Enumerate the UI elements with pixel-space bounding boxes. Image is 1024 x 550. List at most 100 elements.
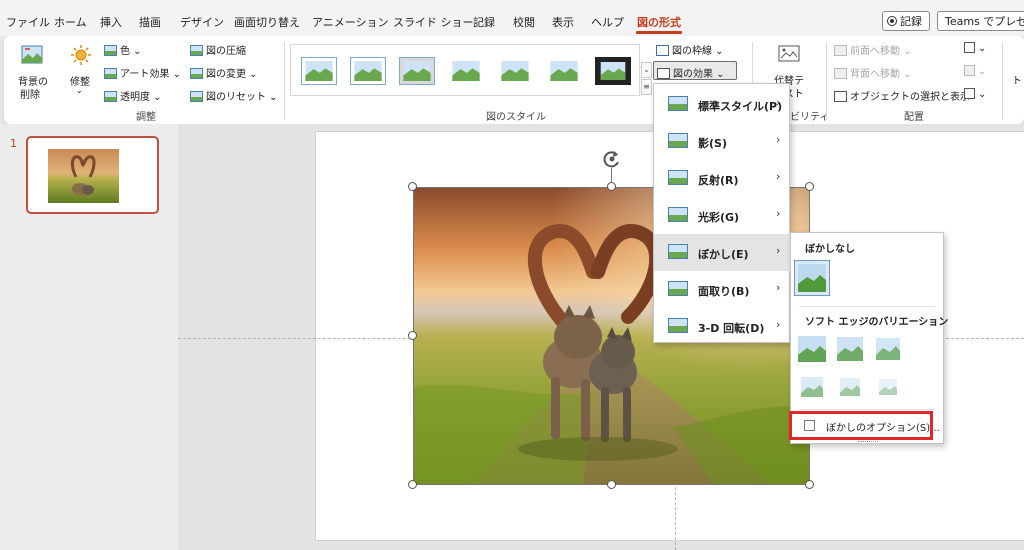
menu-item-shadow[interactable]: 影(S) › [654,123,791,160]
active-tab-indicator [636,31,682,34]
resize-handle-top[interactable] [607,182,616,191]
submenu-divider [799,409,935,410]
resize-handle-left[interactable] [408,331,417,340]
tab-picture-format[interactable]: 図の形式 [637,14,681,30]
color-icon [104,45,117,56]
picture-border-label: 図の枠線 [672,46,712,57]
tab-insert[interactable]: 挿入 [100,14,122,30]
rotate-icon [964,88,975,99]
soft-edge-variation-1[interactable] [797,335,827,363]
tab-transitions[interactable]: 画面切り替え [234,14,300,30]
menu-item-label: 反射(R) [698,174,739,187]
shadow-icon [668,133,688,148]
remove-background-icon [21,45,43,64]
chevron-right-icon: › [776,318,781,331]
bring-forward-button[interactable]: 前面へ移動 ⌄ [834,42,912,57]
tab-animations[interactable]: アニメーション [312,14,389,30]
align-button[interactable]: ⌄ [964,42,986,54]
soft-edge-variation-5[interactable] [835,373,865,401]
picture-style-2[interactable] [350,57,386,85]
artistic-effects-button[interactable]: アート効果 ⌄ [104,65,181,80]
picture-style-3[interactable] [399,57,435,85]
tab-design[interactable]: デザイン [180,14,224,30]
teams-present-button[interactable]: T Teams でプレゼン [937,11,1024,31]
slide-thumbnail-1[interactable] [26,136,159,214]
bevel-icon [668,281,688,296]
soft-edge-variation-3[interactable] [873,335,903,363]
resize-handle-top-right[interactable] [805,182,814,191]
resize-handle-bottom-right[interactable] [805,480,814,489]
menu-item-preset[interactable]: 標準スタイル(P) › [654,86,791,123]
no-blur-thumbnail [798,264,826,292]
selection-pane-icon [834,91,847,102]
menu-item-bevel[interactable]: 面取り(B) › [654,271,791,308]
rotate-button[interactable]: ⌄ [964,88,986,100]
record-icon [887,16,897,26]
ribbon: 背景の 削除 修整 ⌄ 色 ⌄ アート効果 ⌄ 透明度 ⌄ 図の圧縮 図の変更 … [4,36,1024,124]
chevron-right-icon: › [776,133,781,146]
resize-handle-bottom[interactable] [607,480,616,489]
picture-style-1[interactable] [301,57,337,85]
picture-style-5[interactable] [497,57,533,85]
record-button[interactable]: 記録 [882,11,930,31]
powerpoint-window: ファイル ホーム 挿入 描画 デザイン 画面切り替え アニメーション スライド … [0,0,1024,550]
menu-item-label: ぼかし(E) [698,248,749,261]
reset-picture-button[interactable]: 図のリセット ⌄ [190,88,278,103]
menu-item-glow[interactable]: 光彩(G) › [654,197,791,234]
color-button[interactable]: 色 ⌄ [104,42,142,57]
no-blur-heading: ぼかしなし [805,244,855,255]
send-backward-button[interactable]: 背面へ移動 ⌄ [834,65,912,80]
red-highlight-annotation [789,411,933,440]
rotate-handle-icon[interactable] [602,149,622,169]
resize-handle-bottom-left[interactable] [408,480,417,489]
gallery-scroll-down[interactable]: ⌄ [641,62,652,78]
picture-style-7[interactable] [595,57,631,85]
menu-item-reflection[interactable]: 反射(R) › [654,160,791,197]
compress-pictures-button[interactable]: 図の圧縮 [190,42,246,57]
menu-item-soft-edges[interactable]: ぼかし(E) › [654,234,791,271]
tab-file[interactable]: ファイル [6,14,50,30]
compress-icon [190,45,203,56]
bring-forward-label: 前面へ移動 [850,46,900,57]
tab-review[interactable]: 校閲 [513,14,535,30]
menu-item-3d-rotation[interactable]: 3-D 回転(D) › [654,308,791,345]
tab-view[interactable]: 表示 [552,14,574,30]
tab-record[interactable]: 記録 [473,14,495,30]
send-backward-icon [834,68,847,79]
tab-slideshow[interactable]: スライド ショー [393,14,474,30]
remove-background-button[interactable]: 背景の 削除 [10,40,52,102]
group-objects-button[interactable]: ⌄ [964,65,986,77]
crop-button[interactable]: トリ [1012,72,1024,87]
transparency-button[interactable]: 透明度 ⌄ [104,88,162,103]
transparency-icon [104,91,117,102]
soft-edge-variation-6[interactable] [873,373,903,401]
picture-effects-icon [657,68,670,79]
bring-forward-icon [834,45,847,56]
selection-pane-button[interactable]: オブジェクトの選択と表示 [834,88,970,103]
slide-thumbnail-picture [48,149,119,203]
soft-edge-variation-4[interactable] [797,373,827,401]
picture-border-button[interactable]: 図の枠線 ⌄ [656,42,724,57]
submenu-resize-grip[interactable] [858,441,878,443]
tab-home[interactable]: ホーム [54,14,87,30]
picture-style-4[interactable] [448,57,484,85]
picture-effects-label: 図の効果 [673,69,713,80]
submenu-divider [799,306,935,307]
resize-handle-top-left[interactable] [408,182,417,191]
pen-icon [656,45,669,56]
gallery-more-button[interactable]: ≡ [641,79,652,95]
align-icon [964,42,975,53]
alt-text-icon [778,45,800,62]
change-picture-button[interactable]: 図の変更 ⌄ [190,65,258,80]
tab-help[interactable]: ヘルプ [591,14,624,30]
tab-draw[interactable]: 描画 [139,14,161,30]
corrections-button[interactable]: 修整 ⌄ [62,40,100,102]
no-soft-edges-option[interactable] [794,260,830,296]
soft-edge-variation-2[interactable] [835,335,865,363]
picture-effects-menu: 標準スタイル(P) › 影(S) › 反射(R) › 光彩(G) › ぼかし(E… [653,83,791,345]
menu-item-label: 面取り(B) [698,285,750,298]
menu-item-label: 3-D 回転(D) [698,322,765,335]
compress-label: 図の圧縮 [206,46,246,57]
chevron-right-icon: › [776,207,781,220]
picture-style-6[interactable] [546,57,582,85]
